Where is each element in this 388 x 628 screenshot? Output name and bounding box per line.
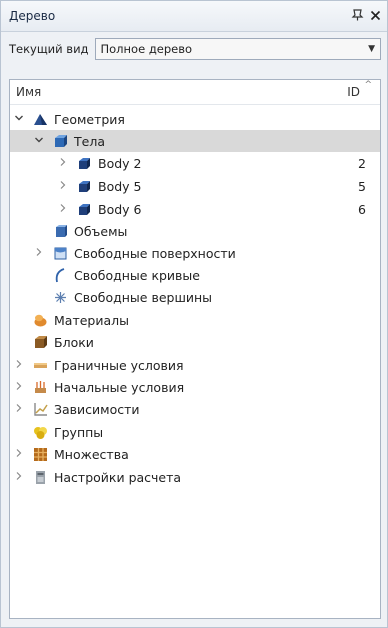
pin-icon[interactable] (351, 9, 364, 23)
tree-node[interactable]: Блоки (10, 331, 380, 353)
tree-node[interactable]: Материалы (10, 309, 380, 331)
expand-down-icon[interactable] (34, 135, 44, 148)
tree-node-label: Настройки расчета (54, 469, 182, 485)
tree-node-label: Тела (74, 133, 105, 149)
tree-node-label: Материалы (54, 312, 129, 328)
expand-right-icon[interactable] (14, 471, 24, 484)
tree-node[interactable]: Зависимости (10, 398, 380, 420)
expand-right-icon[interactable] (14, 403, 24, 416)
tree-node[interactable]: Body 5 5 (10, 175, 380, 197)
dependencies-icon (32, 401, 49, 418)
titlebar-buttons (351, 9, 381, 23)
expand-right-icon[interactable] (14, 448, 24, 461)
tree-node-label: Группы (54, 424, 104, 440)
tree-node[interactable]: Начальные условия (10, 376, 380, 398)
tree-node-label: Свободные кривые (74, 267, 200, 283)
sort-indicator-icon: ^ (364, 80, 372, 90)
tree-node[interactable]: Граничные условия (10, 354, 380, 376)
tree-view[interactable]: Имя ID ^ Геометрия Тела Body 2 2 Body 5 5 Body… (9, 79, 381, 619)
tree-node-label: Геометрия (54, 111, 125, 127)
panel-title: Дерево (9, 9, 56, 23)
panel-titlebar: Дерево (1, 1, 387, 32)
tree-node[interactable]: Тела (10, 130, 380, 152)
tree-node[interactable]: Группы (10, 421, 380, 443)
column-header-name[interactable]: Имя (16, 85, 41, 99)
volumes-icon (52, 223, 69, 240)
tree-node-label: Body 5 (98, 178, 142, 194)
tree-node-label: Блоки (54, 334, 94, 350)
tree-node-label: Свободные поверхности (74, 245, 236, 261)
groups-icon (32, 424, 49, 441)
view-select[interactable]: Полное дерево ▼ (94, 38, 381, 60)
tree-node-id: 2 (358, 155, 366, 171)
materials-icon (32, 312, 49, 329)
tree-node[interactable]: Body 6 6 (10, 198, 380, 220)
tree-node[interactable]: Свободные кривые (10, 264, 380, 286)
close-icon[interactable] (370, 10, 381, 23)
bodies-icon (52, 133, 69, 150)
sets-icon (32, 446, 49, 463)
initial-conditions-icon (32, 379, 49, 396)
tree-node-label: Body 6 (98, 201, 142, 217)
tree-node[interactable]: Настройки расчета (10, 466, 380, 488)
boundary-conditions-icon (32, 357, 49, 374)
expand-right-icon[interactable] (58, 157, 68, 170)
tree-node-label: Начальные условия (54, 379, 185, 395)
calc-settings-icon (32, 469, 49, 486)
tree-node[interactable]: Геометрия (10, 108, 380, 130)
tree-node-label: Body 2 (98, 155, 142, 171)
tree-node-id: 6 (358, 201, 366, 217)
view-select-value: Полное дерево (100, 42, 193, 56)
tree-header: Имя ID ^ (10, 80, 380, 105)
tree-node[interactable]: Свободные вершины (10, 286, 380, 308)
body-icon (76, 201, 93, 218)
expand-down-icon[interactable] (14, 113, 24, 126)
tree-node[interactable]: Объемы (10, 220, 380, 242)
tree-node[interactable]: Множества (10, 443, 380, 465)
expand-right-icon[interactable] (14, 381, 24, 394)
expand-right-icon[interactable] (14, 359, 24, 372)
body-icon (76, 155, 93, 172)
tree-node-label: Граничные условия (54, 357, 184, 373)
tree-node[interactable]: Body 2 2 (10, 152, 380, 174)
column-header-id[interactable]: ID ^ (347, 80, 374, 99)
curves-icon (52, 267, 69, 284)
tree-panel: Дерево Текущий вид Полное дерево ▼ Имя I… (0, 0, 388, 628)
expand-right-icon[interactable] (58, 180, 68, 193)
tree-node-id: 5 (358, 178, 366, 194)
expand-right-icon[interactable] (34, 247, 44, 260)
view-label: Текущий вид (9, 42, 89, 56)
dropdown-arrow-icon[interactable]: ▼ (368, 44, 375, 54)
vertices-icon (52, 289, 69, 306)
tree-node-label: Объемы (74, 223, 128, 239)
tree-node-label: Зависимости (54, 401, 140, 417)
geometry-icon (32, 111, 49, 128)
blocks-icon (32, 334, 49, 351)
view-row: Текущий вид Полное дерево ▼ (1, 32, 387, 66)
tree-node-label: Свободные вершины (74, 289, 213, 305)
surfaces-icon (52, 245, 69, 262)
expand-right-icon[interactable] (58, 203, 68, 216)
tree-node[interactable]: Свободные поверхности (10, 242, 380, 264)
body-icon (76, 178, 93, 195)
tree-node-label: Множества (54, 446, 129, 462)
